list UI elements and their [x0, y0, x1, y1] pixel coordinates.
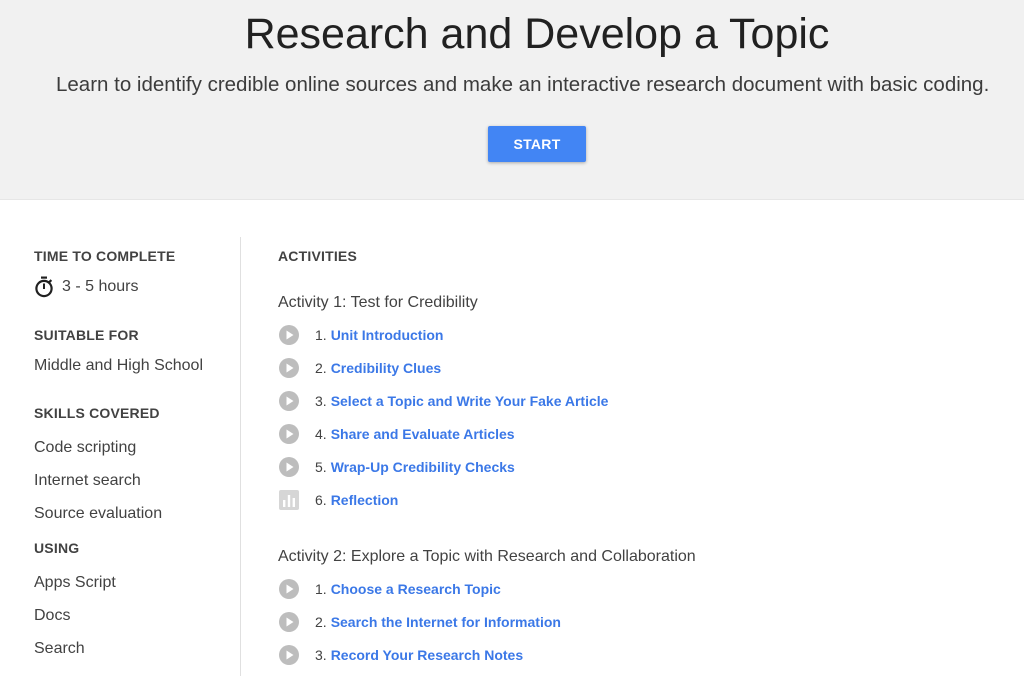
play-icon — [279, 645, 299, 665]
time-to-complete-heading: TIME TO COMPLETE — [34, 248, 176, 264]
time-to-complete-row: 3 - 5 hours — [34, 276, 138, 298]
time-to-complete-value: 3 - 5 hours — [62, 278, 139, 295]
course-details-sidebar: TIME TO COMPLETE 3 - 5 hours SUITABLE FO… — [34, 200, 240, 676]
lesson-link-search-internet[interactable]: Search the Internet for Information — [331, 614, 561, 630]
column-divider — [240, 237, 241, 676]
start-button[interactable]: START — [488, 126, 586, 162]
using-heading: USING — [34, 540, 80, 556]
stopwatch-icon — [35, 276, 53, 298]
activities-panel: ACTIVITIES Activity 1: Test for Credibil… — [278, 200, 1018, 676]
suitable-for-value: Middle and High School — [34, 357, 203, 374]
page-subtitle: Learn to identify credible online source… — [56, 73, 990, 96]
lesson-link-credibility-clues[interactable]: Credibility Clues — [331, 360, 441, 376]
play-icon — [279, 457, 299, 477]
lesson-number: 3. — [315, 647, 327, 663]
activities-heading: ACTIVITIES — [278, 248, 358, 264]
lesson-number: 2. — [315, 614, 327, 630]
play-icon — [279, 612, 299, 632]
using-item: Search — [34, 640, 85, 657]
bar-chart-icon — [279, 490, 299, 510]
skill-item: Source evaluation — [34, 505, 163, 522]
lesson-item: 3. Select a Topic and Write Your Fake Ar… — [278, 390, 608, 412]
skill-item: Code scripting — [34, 439, 137, 456]
activity-title: Activity 2: Explore a Topic with Researc… — [278, 548, 696, 565]
suitable-for-heading: SUITABLE FOR — [34, 327, 139, 343]
lesson-link-record-notes[interactable]: Record Your Research Notes — [331, 647, 523, 663]
skill-item: Internet search — [34, 472, 141, 489]
lesson-number: 2. — [315, 360, 327, 376]
lesson-item: 6. Reflection — [278, 489, 398, 511]
play-icon — [279, 424, 299, 444]
lesson-number: 3. — [315, 393, 327, 409]
lesson-link-choose-topic[interactable]: Choose a Research Topic — [331, 581, 501, 597]
play-icon — [279, 325, 299, 345]
lesson-link-wrap-up[interactable]: Wrap-Up Credibility Checks — [331, 459, 515, 475]
play-icon — [279, 579, 299, 599]
lesson-number: 6. — [315, 492, 327, 508]
lesson-link-unit-introduction[interactable]: Unit Introduction — [331, 327, 444, 343]
lesson-number: 1. — [315, 581, 327, 597]
lesson-link-select-topic[interactable]: Select a Topic and Write Your Fake Artic… — [331, 393, 609, 409]
lesson-item: 2. Search the Internet for Information — [278, 611, 561, 633]
lesson-link-reflection[interactable]: Reflection — [331, 492, 399, 508]
using-item: Apps Script — [34, 574, 116, 591]
page-title: Research and Develop a Topic — [244, 10, 830, 58]
lesson-item: 1. Choose a Research Topic — [278, 578, 501, 600]
skills-covered-heading: SKILLS COVERED — [34, 405, 160, 421]
hero-banner: Research and Develop a Topic Learn to id… — [0, 0, 1024, 200]
lesson-number: 1. — [315, 327, 327, 343]
using-item: Docs — [34, 607, 71, 624]
play-icon — [279, 391, 299, 411]
lesson-item: 2. Credibility Clues — [278, 357, 441, 379]
lesson-number: 4. — [315, 426, 327, 442]
lesson-item: 3. Record Your Research Notes — [278, 644, 523, 666]
lesson-item: 4. Share and Evaluate Articles — [278, 423, 515, 445]
play-icon — [279, 358, 299, 378]
lesson-link-share-evaluate[interactable]: Share and Evaluate Articles — [331, 426, 515, 442]
lesson-item: 5. Wrap-Up Credibility Checks — [278, 456, 515, 478]
lesson-number: 5. — [315, 459, 327, 475]
activity-title: Activity 1: Test for Credibility — [278, 294, 478, 311]
lesson-item: 1. Unit Introduction — [278, 324, 443, 346]
